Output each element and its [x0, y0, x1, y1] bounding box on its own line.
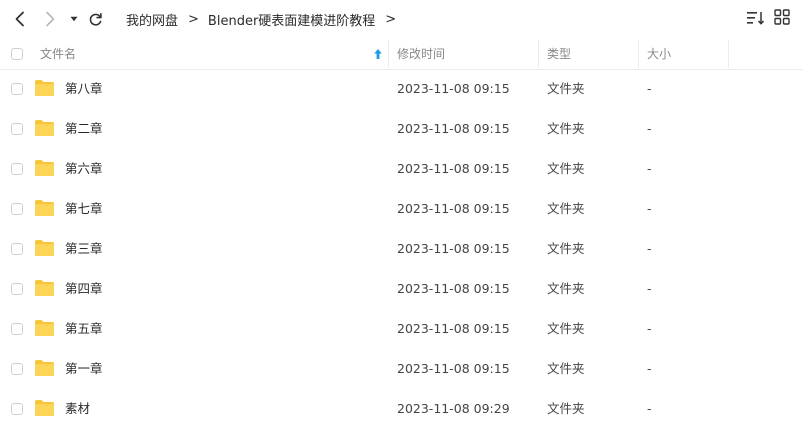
- file-size: -: [647, 361, 652, 376]
- folder-icon: [34, 239, 55, 257]
- file-row[interactable]: 第四章 2023-11-08 09:15 文件夹 -: [0, 269, 803, 309]
- folder-icon: [34, 359, 55, 377]
- file-name[interactable]: 第七章: [65, 189, 103, 229]
- row-checkbox[interactable]: [11, 283, 23, 295]
- grid-view-button[interactable]: [772, 9, 792, 29]
- column-header-size[interactable]: 大小: [647, 38, 671, 69]
- column-divider[interactable]: [538, 40, 539, 68]
- file-row[interactable]: 第三章 2023-11-08 09:15 文件夹 -: [0, 229, 803, 269]
- column-header-modified[interactable]: 修改时间: [397, 38, 445, 69]
- file-name[interactable]: 第四章: [65, 269, 103, 309]
- file-modified-time: 2023-11-08 09:15: [397, 241, 510, 256]
- file-name[interactable]: 素材: [65, 389, 90, 429]
- file-row[interactable]: 第一章 2023-11-08 09:15 文件夹 -: [0, 349, 803, 389]
- file-name[interactable]: 第八章: [65, 69, 103, 109]
- file-name[interactable]: 第一章: [65, 349, 103, 389]
- caret-down-icon: [70, 16, 78, 22]
- file-size: -: [647, 201, 652, 216]
- file-size: -: [647, 321, 652, 336]
- file-modified-time: 2023-11-08 09:15: [397, 121, 510, 136]
- file-modified-time: 2023-11-08 09:29: [397, 401, 510, 416]
- row-checkbox[interactable]: [11, 323, 23, 335]
- file-modified-time: 2023-11-08 09:15: [397, 161, 510, 176]
- sort-list-icon: [747, 10, 765, 29]
- file-type: 文件夹: [547, 241, 585, 256]
- column-header-name-label: 文件名: [40, 47, 77, 61]
- column-header-name[interactable]: 文件名: [40, 38, 76, 69]
- file-modified-time: 2023-11-08 09:15: [397, 361, 510, 376]
- column-divider[interactable]: [638, 40, 639, 68]
- breadcrumb: 我的网盘 > Blender硬表面建模进阶教程 >: [126, 10, 405, 29]
- breadcrumb-item-root[interactable]: 我的网盘: [126, 10, 178, 29]
- file-name[interactable]: 第二章: [65, 109, 103, 149]
- grid-view-icon: [774, 9, 790, 29]
- file-name[interactable]: 第五章: [65, 309, 103, 349]
- refresh-icon: [88, 12, 103, 27]
- file-size: -: [647, 241, 652, 256]
- folder-icon: [34, 79, 55, 97]
- folder-icon: [34, 159, 55, 177]
- history-dropdown-button[interactable]: [68, 8, 80, 30]
- file-row[interactable]: 第五章 2023-11-08 09:15 文件夹 -: [0, 309, 803, 349]
- file-size: -: [647, 401, 652, 416]
- row-checkbox[interactable]: [11, 203, 23, 215]
- file-modified-time: 2023-11-08 09:15: [397, 201, 510, 216]
- folder-icon: [34, 119, 55, 137]
- breadcrumb-separator[interactable]: >: [385, 12, 396, 27]
- file-size: -: [647, 281, 652, 296]
- file-modified-time: 2023-11-08 09:15: [397, 81, 510, 96]
- file-type: 文件夹: [547, 81, 585, 96]
- file-name[interactable]: 第六章: [65, 149, 103, 189]
- file-size: -: [647, 81, 652, 96]
- column-header-type-label: 类型: [547, 47, 572, 61]
- file-type: 文件夹: [547, 321, 585, 336]
- folder-icon: [34, 199, 55, 217]
- column-divider[interactable]: [388, 40, 389, 68]
- row-checkbox[interactable]: [11, 163, 23, 175]
- chevron-left-icon: [14, 11, 26, 27]
- file-name[interactable]: 第三章: [65, 229, 103, 269]
- column-divider[interactable]: [728, 40, 729, 68]
- file-type: 文件夹: [547, 121, 585, 136]
- file-type: 文件夹: [547, 361, 585, 376]
- row-checkbox[interactable]: [11, 363, 23, 375]
- file-type: 文件夹: [547, 401, 585, 416]
- toolbar: 我的网盘 > Blender硬表面建模进阶教程 >: [0, 0, 803, 38]
- back-button[interactable]: [11, 8, 29, 30]
- column-header-type[interactable]: 类型: [547, 38, 571, 69]
- row-checkbox[interactable]: [11, 403, 23, 415]
- file-row[interactable]: 第七章 2023-11-08 09:15 文件夹 -: [0, 189, 803, 229]
- column-header-row: 文件名 修改时间 类型 大小: [0, 38, 803, 70]
- row-checkbox[interactable]: [11, 123, 23, 135]
- file-size: -: [647, 161, 652, 176]
- row-checkbox[interactable]: [11, 83, 23, 95]
- folder-icon: [34, 399, 55, 417]
- column-header-size-label: 大小: [647, 47, 672, 61]
- file-type: 文件夹: [547, 201, 585, 216]
- select-all-checkbox[interactable]: [11, 48, 23, 60]
- file-list: 第八章 2023-11-08 09:15 文件夹 - 第二章 2023-11-0…: [0, 69, 803, 429]
- file-row[interactable]: 素材 2023-11-08 09:29 文件夹 -: [0, 389, 803, 429]
- file-row[interactable]: 第六章 2023-11-08 09:15 文件夹 -: [0, 149, 803, 189]
- chevron-right-icon: [44, 11, 56, 27]
- row-checkbox[interactable]: [11, 243, 23, 255]
- file-row[interactable]: 第八章 2023-11-08 09:15 文件夹 -: [0, 69, 803, 109]
- file-type: 文件夹: [547, 281, 585, 296]
- file-modified-time: 2023-11-08 09:15: [397, 321, 510, 336]
- column-header-modified-label: 修改时间: [397, 47, 446, 61]
- folder-icon: [34, 279, 55, 297]
- forward-button[interactable]: [41, 8, 59, 30]
- sort-button[interactable]: [746, 10, 766, 28]
- file-row[interactable]: 第二章 2023-11-08 09:15 文件夹 -: [0, 109, 803, 149]
- refresh-button[interactable]: [86, 8, 104, 30]
- breadcrumb-separator: >: [188, 11, 199, 27]
- folder-icon: [34, 319, 55, 337]
- breadcrumb-item-current[interactable]: Blender硬表面建模进阶教程: [208, 10, 375, 29]
- sort-ascending-icon[interactable]: [373, 48, 383, 60]
- file-type: 文件夹: [547, 161, 585, 176]
- file-modified-time: 2023-11-08 09:15: [397, 281, 510, 296]
- file-size: -: [647, 121, 652, 136]
